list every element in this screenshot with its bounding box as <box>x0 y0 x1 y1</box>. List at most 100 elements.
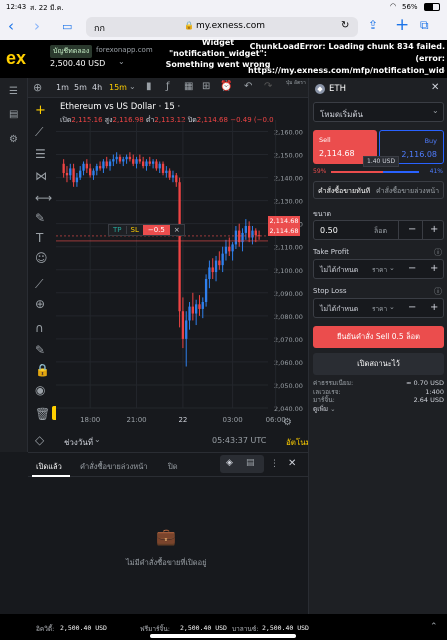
candle-body <box>228 246 231 252</box>
eye-icon[interactable]: ◉ <box>35 384 45 396</box>
margin-value: 2.64 USD <box>413 396 444 404</box>
take-profit-unit[interactable]: ราคา <box>372 265 387 275</box>
trash-icon[interactable]: 🗑 <box>35 408 50 420</box>
take-profit-minus-button[interactable]: − <box>408 263 416 274</box>
stop-loss-minus-button[interactable]: − <box>408 302 416 313</box>
zoom-in-icon[interactable]: ⊕ <box>35 298 45 310</box>
stop-loss-input[interactable]: ไม่ได้กำหนด ราคา ⌄ − + <box>313 298 444 318</box>
tab-open-positions[interactable]: เปิดแล้ว <box>36 461 62 473</box>
chevron-down-icon[interactable]: ⌄ <box>389 264 395 272</box>
volume-plus-button[interactable]: + <box>430 224 438 235</box>
take-profit-input[interactable]: ไม่ได้กำหนด ราคา ⌄ − + <box>313 259 444 279</box>
order-mode-select[interactable]: โหมดเริ่มต้น ⌄ <box>313 102 444 122</box>
volume-input[interactable]: 0.50 ล็อต − + <box>313 220 444 240</box>
timeframe-5m[interactable]: 5m <box>74 83 87 92</box>
projection-icon[interactable]: ⟷ <box>35 192 52 204</box>
stop-loss-unit[interactable]: ราคา <box>372 304 387 314</box>
fib-icon[interactable]: ☰ <box>35 148 46 160</box>
more-icon[interactable]: ⋮ <box>270 459 279 469</box>
leverage-label: เลเวอเรจ: <box>313 387 341 396</box>
forward-icon[interactable]: › <box>34 17 40 35</box>
exness-logo[interactable]: ex <box>6 48 26 69</box>
tab-pending-orders[interactable]: คำสั่งซื้อขายล่วงหน้า <box>80 461 148 473</box>
buy-label: Buy <box>424 137 437 145</box>
chevron-down-icon[interactable]: ⌄ <box>129 83 136 91</box>
date-range-button[interactable]: ช่วงวันที่ <box>64 436 93 449</box>
take-profit-plus-button[interactable]: + <box>430 263 438 274</box>
template-icon[interactable]: ⊞ <box>202 82 210 92</box>
view-toggle[interactable]: ◈ ▤ <box>220 455 264 473</box>
x-tick-label: 18:00 <box>80 416 100 424</box>
ruler-icon[interactable]: ⟋ <box>35 278 43 290</box>
crosshair-icon[interactable]: + <box>35 104 46 117</box>
candle-body <box>191 306 195 314</box>
calendar-icon[interactable]: ▤ <box>9 110 18 120</box>
pattern-icon[interactable]: ⋈ <box>35 170 47 182</box>
timeframe-15m[interactable]: 15m <box>109 83 127 92</box>
chevron-down-icon[interactable]: ⌄ <box>389 303 395 311</box>
price-chart[interactable]: Ethereum vs US Dollar · 15 · เปิด2,115.1… <box>56 100 308 430</box>
address-bar[interactable]: กก 🔒 my.exness.com ↻ <box>86 17 358 37</box>
chart-settings-icon[interactable]: ⚙ <box>283 418 292 428</box>
add-indicator-icon[interactable]: ⊕ <box>33 82 42 93</box>
y-tick-label: 2,060.00 <box>274 359 303 367</box>
lock-drawing-icon[interactable]: ✎ <box>35 344 45 356</box>
candle-body <box>221 253 224 266</box>
tabs-icon[interactable]: ⧉ <box>420 18 429 33</box>
chevron-down-icon[interactable]: ⌄ <box>118 57 125 66</box>
alert-icon[interactable]: ⏰ <box>220 82 232 92</box>
trendline-icon[interactable]: ⟋ <box>35 126 43 138</box>
magnet-icon[interactable]: ∩ <box>35 322 44 334</box>
reload-icon[interactable]: ↻ <box>341 20 349 31</box>
chevron-down-icon[interactable]: ⌄ <box>330 405 335 413</box>
y-tick-label: 2,100.00 <box>274 267 303 275</box>
volume-unit: ล็อต <box>374 227 388 235</box>
eth-icon: ◆ <box>315 84 325 94</box>
stop-loss-plus-button[interactable]: + <box>430 302 438 313</box>
account-balance[interactable]: 2,500.40 USD <box>50 59 105 68</box>
timeframe-1m[interactable]: 1m <box>56 83 69 92</box>
back-icon[interactable]: ‹ <box>8 17 14 35</box>
settings-icon[interactable]: ⚙ <box>9 135 18 145</box>
candle-type-icon[interactable]: ▮ <box>146 82 152 92</box>
lock-icon[interactable]: 🔒 <box>35 364 50 376</box>
account-type-badge[interactable]: บัญชีทดลอง <box>50 45 93 58</box>
info-icon[interactable]: ⓘ <box>434 247 442 258</box>
layers-icon[interactable]: ◈ <box>226 458 233 468</box>
position-close-icon[interactable]: × <box>170 226 184 234</box>
position-line-label[interactable]: TP SL −0.5 × <box>108 224 185 236</box>
sell-percent: 59% <box>313 168 327 175</box>
info-icon[interactable]: ⓘ <box>434 286 442 297</box>
cancel-order-button[interactable]: เปิดสถานะไว้ <box>313 353 444 375</box>
bookmarks-icon[interactable]: ▭ <box>62 20 72 33</box>
brush-icon[interactable]: ✎ <box>35 212 45 224</box>
utc-clock[interactable]: 05:43:37 UTC <box>212 436 266 445</box>
menu-icon[interactable]: ☰ <box>9 87 18 97</box>
text-icon[interactable]: T <box>36 232 43 244</box>
tab-market-order[interactable]: คำสั่งซื้อขายทันที <box>318 186 370 197</box>
position-qty[interactable]: −0.5 <box>142 225 170 235</box>
tab-closed-positions[interactable]: ปิด <box>168 461 178 473</box>
redo-icon[interactable]: ↷ <box>264 82 272 92</box>
publish-button[interactable]: ปุ่ม อัตรา <box>286 80 306 86</box>
more-details-link[interactable]: ดูเพิ่ม <box>313 405 328 413</box>
chevron-down-icon[interactable]: ⌄ <box>94 435 101 444</box>
collapse-icon[interactable]: ◇ <box>35 434 44 446</box>
expand-icon[interactable]: ⌃ <box>430 622 438 632</box>
close-panel-icon[interactable]: ✕ <box>288 458 296 469</box>
sl-button[interactable]: SL <box>125 226 143 234</box>
indicators-icon[interactable]: ƒ <box>166 82 170 92</box>
confirm-sell-button[interactable]: ยืนยันคำสั่ง Sell 0.5 ล็อต <box>313 326 444 348</box>
share-icon[interactable]: ⇪ <box>368 18 378 32</box>
close-icon[interactable]: ✕ <box>431 82 439 93</box>
new-tab-icon[interactable]: + <box>395 15 409 35</box>
tp-button[interactable]: TP <box>109 226 126 234</box>
tab-pending-order[interactable]: คำสั่งซื้อขายล่วงหน้า <box>376 186 442 197</box>
undo-icon[interactable]: ↶ <box>244 82 252 92</box>
layout-icon[interactable]: ▦ <box>184 82 193 92</box>
volume-minus-button[interactable]: − <box>408 224 416 235</box>
timeframe-4h[interactable]: 4h <box>92 83 102 92</box>
candle-body <box>185 320 188 339</box>
emoji-icon[interactable]: ☺ <box>35 252 48 264</box>
list-icon[interactable]: ▤ <box>246 458 255 468</box>
